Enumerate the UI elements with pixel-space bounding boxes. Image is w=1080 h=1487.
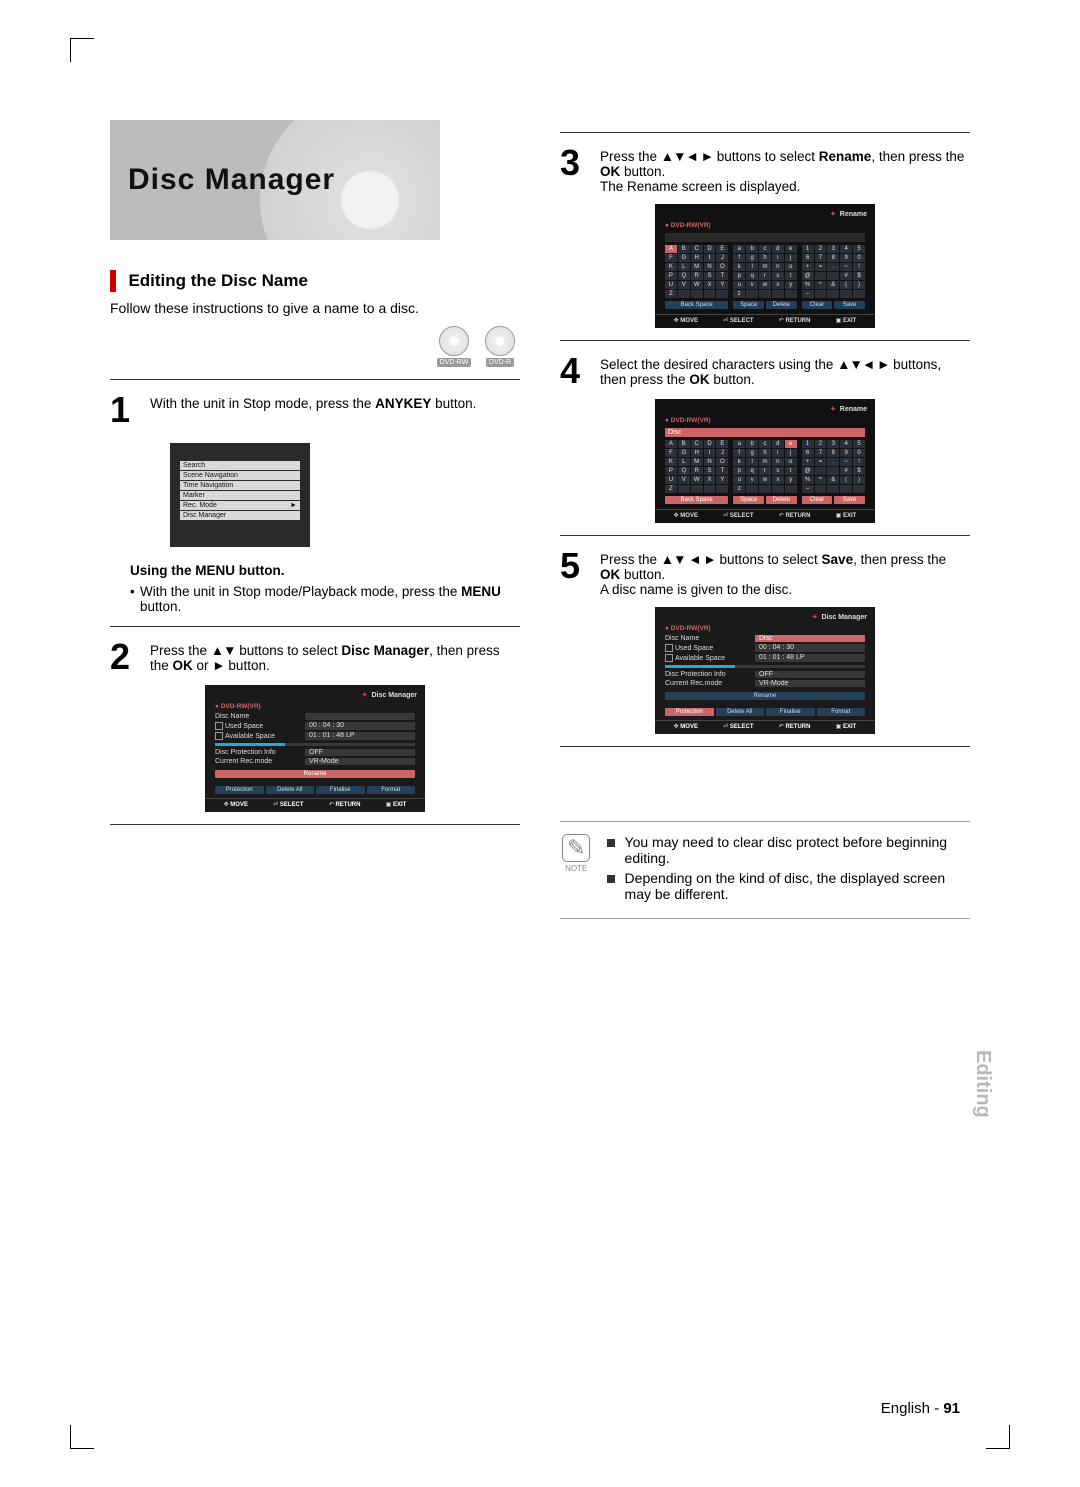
chevron-right-icon: ►	[290, 502, 297, 509]
divider	[560, 132, 970, 133]
subheading: Using the MENU button.	[130, 563, 520, 578]
crop-mark	[70, 38, 94, 62]
section-heading: Editing the Disc Name	[110, 270, 520, 292]
osd-button: Delete All	[716, 708, 765, 716]
osd-button: Rename	[215, 770, 415, 778]
step-number: 5	[560, 548, 590, 597]
menu-item: Search	[180, 461, 300, 470]
divider	[110, 379, 520, 380]
osd-button: Protection	[215, 786, 264, 794]
step-5: 5 Press the ▲▼ ◄ ► buttons to select Sav…	[560, 548, 970, 597]
step-text: Press the ▲▼ ◄ ► buttons to select Save,…	[600, 548, 970, 597]
rename-field: Disc	[665, 428, 865, 437]
osd-button: Finalise	[766, 708, 815, 716]
dvd-r-icon: DVD-R	[480, 326, 520, 367]
step-3: 3 Press the ▲▼◄ ► buttons to select Rena…	[560, 145, 970, 194]
note-item: Depending on the kind of disc, the displ…	[625, 870, 970, 902]
square-bullet-icon	[607, 875, 615, 883]
crop-mark	[986, 1425, 1010, 1449]
section-intro: Follow these instructions to give a name…	[110, 300, 520, 316]
dvd-rw-icon: DVD-RW	[434, 326, 474, 367]
osd-disc-manager: ✦ Disc Manager ● DVD-RW(VR) Disc NameDis…	[655, 607, 875, 734]
page-title: Disc Manager	[128, 163, 335, 197]
menu-item: Disc Manager	[180, 511, 300, 520]
arrow-right-icon: ►	[212, 658, 224, 673]
bullet-text: With the unit in Stop mode/Playback mode…	[130, 584, 520, 614]
divider	[560, 535, 970, 536]
step-number: 4	[560, 353, 590, 389]
divider	[560, 746, 970, 747]
side-tab: Editing	[971, 1050, 994, 1118]
osd-button: Format	[817, 708, 866, 716]
header-block: Disc Manager	[110, 120, 440, 240]
osd-rename-keyboard: ✦ Rename ● DVD-RW(VR) ABCDEFGHIJKLMNOPQR…	[655, 204, 875, 328]
arrow-icons: ▲▼◄ ►	[837, 357, 889, 372]
divider	[560, 821, 970, 822]
step-number: 1	[110, 392, 140, 428]
crop-mark	[70, 1425, 94, 1449]
divider	[110, 824, 520, 825]
step-text: With the unit in Stop mode, press the AN…	[150, 392, 520, 428]
divider	[560, 340, 970, 341]
divider	[110, 626, 520, 627]
step-text: Press the ▲▼ buttons to select Disc Mana…	[150, 639, 520, 675]
step-2: 2 Press the ▲▼ buttons to select Disc Ma…	[110, 639, 520, 675]
osd-button: Finalise	[316, 786, 365, 794]
step-text: Press the ▲▼◄ ► buttons to select Rename…	[600, 145, 970, 194]
osd-button: Rename	[665, 692, 865, 700]
rename-field	[665, 233, 865, 242]
step-text: Select the desired characters using the …	[600, 353, 970, 389]
osd-button: Delete All	[266, 786, 315, 794]
note-icon: ✎ NOTE	[560, 834, 593, 906]
osd-disc-manager: ✦ Disc Manager ● DVD-RW(VR) Disc Name Us…	[205, 685, 425, 812]
step-4: 4 Select the desired characters using th…	[560, 353, 970, 389]
page-footer: English - 91	[881, 1400, 960, 1417]
osd-button: Protection	[665, 708, 714, 716]
menu-item: Marker	[180, 491, 300, 500]
step-1: 1 With the unit in Stop mode, press the …	[110, 392, 520, 428]
menu-item: Scene Navigation	[180, 471, 300, 480]
disc-type-icons: DVD-RW DVD-R	[110, 326, 520, 367]
arrow-icons: ▲▼ ◄ ►	[661, 552, 716, 567]
note-item: You may need to clear disc protect befor…	[625, 834, 970, 866]
osd-anykey-menu: Search Scene Navigation Time Navigation …	[170, 443, 310, 547]
step-number: 2	[110, 639, 140, 675]
square-bullet-icon	[607, 839, 615, 847]
note-block: ✎ NOTE You may need to clear disc protec…	[560, 834, 970, 906]
arrow-icons: ▲▼	[211, 643, 236, 658]
red-bar-icon	[110, 270, 116, 292]
osd-rename-keyboard: ✦ Rename ● DVD-RW(VR) Disc ABCDEFGHIJKLM…	[655, 399, 875, 523]
arrow-icons: ▲▼◄ ►	[661, 149, 713, 164]
menu-item: Time Navigation	[180, 481, 300, 490]
divider	[560, 918, 970, 919]
menu-item: Rec. Mode►	[180, 501, 300, 510]
osd-button: Format	[367, 786, 416, 794]
step-number: 3	[560, 145, 590, 194]
